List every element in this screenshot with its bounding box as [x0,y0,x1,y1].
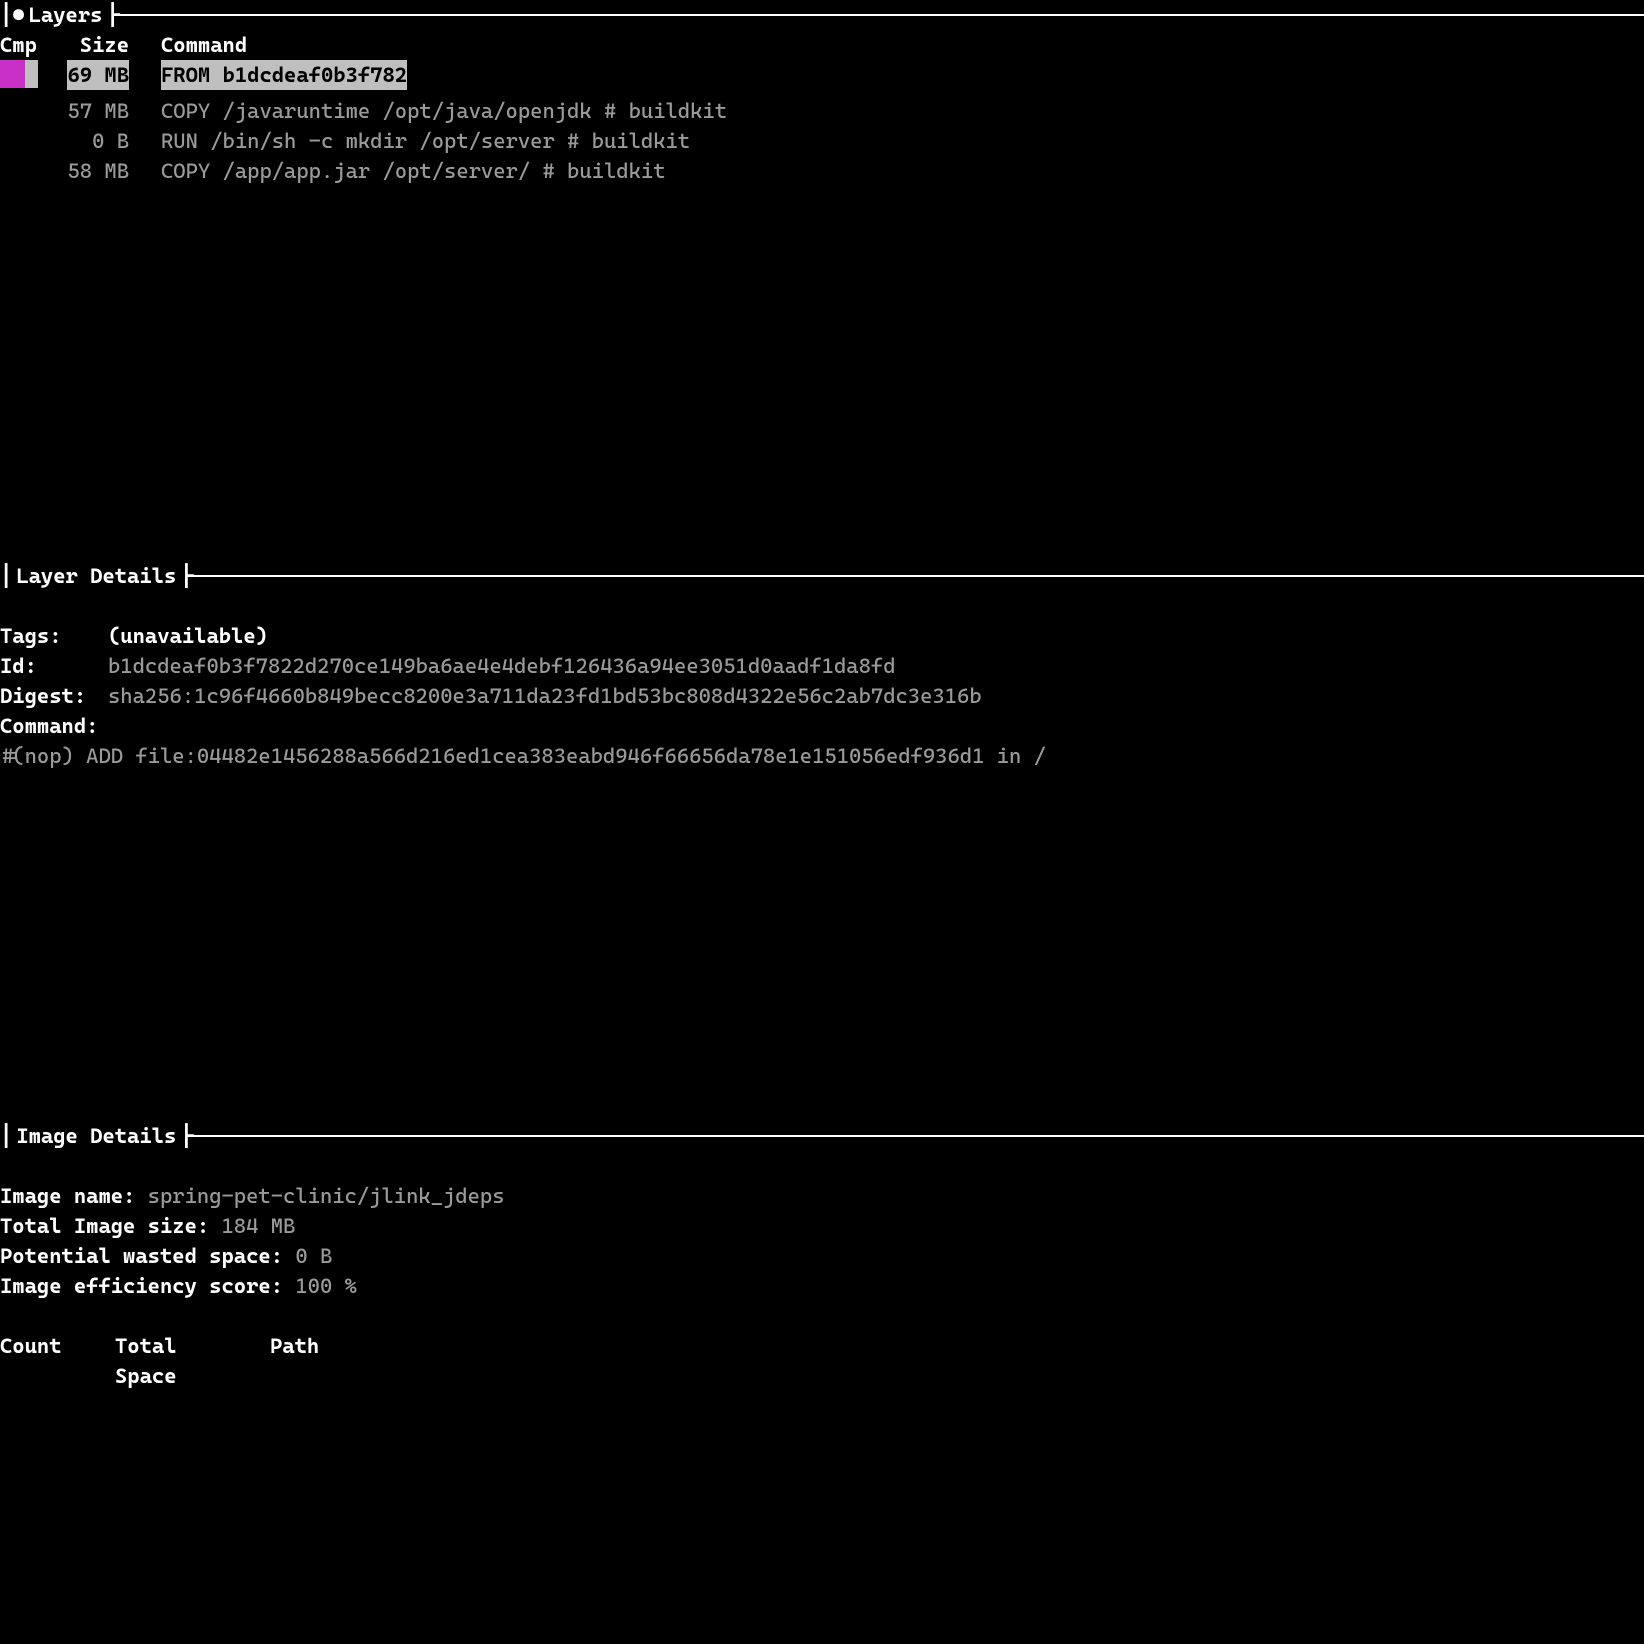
layer-details-section: │ Layer Details ├ Tags: (unavailable) Id… [0,561,1644,771]
header-left-bar: │ [0,1121,12,1151]
header-left-bar: │ [0,0,12,30]
cmp-cell [0,96,44,126]
size-cell: 57 MB [44,96,149,126]
cmp-cell [0,126,44,156]
column-command: Command [149,30,1644,60]
layers-header: │ ● Layers ├ [0,0,1644,30]
layer-row[interactable]: 58 MB COPY /app/app.jar /opt/server/ # b… [0,156,1644,186]
id-label: Id: [0,651,88,681]
size-cell: 0 B [44,126,149,156]
tags-row: Tags: (unavailable) [0,621,1644,651]
waste-space-column: Total Space [75,1331,240,1391]
cmp-cell [0,60,44,96]
size-cell: 58 MB [44,156,149,186]
layers-table-header: Cmp Size Command [0,30,1644,60]
waste-path-column: Path [240,1331,319,1391]
layers-title: Layers [25,0,107,30]
layers-table: Cmp Size Command 69 MB FROM b1dcdeaf0b3f… [0,30,1644,186]
image-details-header: │ Image Details ├ [0,1121,1644,1151]
command-cell: COPY /app/app.jar /opt/server/ # buildki… [149,156,1644,186]
cmp-indicator-icon [0,60,25,88]
image-name-value: spring-pet-clinic/jlink_jdeps [148,1184,505,1208]
id-value: b1dcdeaf0b3f7822d270ce149ba6ae4e4debf126… [88,651,896,681]
cmp-cell [0,156,44,186]
size-cell: 69 MB [44,60,149,96]
header-left-bar: │ [0,561,12,591]
command-value-row: #(nop) ADD file:04482e1456288a566d216ed1… [0,741,1644,771]
digest-label: Digest: [0,681,88,711]
image-name-label: Image name: [0,1184,135,1208]
header-line-icon [193,575,1644,577]
efficiency-value: 100 % [295,1274,357,1298]
wasted-label: Potential wasted space: [0,1244,283,1268]
header-separator: ├ [106,0,118,30]
image-details-section: │ Image Details ├ Image name: spring-pet… [0,1121,1644,1391]
layer-row[interactable]: 57 MB COPY /javaruntime /opt/java/openjd… [0,96,1644,126]
wasted-space-row: Potential wasted space: 0 B [0,1241,1644,1271]
header-separator: ├ [180,1121,192,1151]
efficiency-row: Image efficiency score: 100 % [0,1271,1644,1301]
header-line-icon [119,14,1644,16]
total-size-label: Total Image size: [0,1214,209,1238]
layer-row[interactable]: 0 B RUN /bin/sh -c mkdir /opt/server # b… [0,126,1644,156]
command-cell: FROM b1dcdeaf0b3f782 [149,60,1644,96]
command-label: Command: [0,711,98,741]
wasted-value: 0 B [295,1244,332,1268]
column-cmp: Cmp [0,30,44,60]
command-cell: COPY /javaruntime /opt/java/openjdk # bu… [149,96,1644,126]
selection-indicator-icon [25,60,38,88]
total-size-value: 184 MB [222,1214,296,1238]
command-cell: RUN /bin/sh -c mkdir /opt/server # build… [149,126,1644,156]
layers-section: │ ● Layers ├ Cmp Size Command 69 MB FROM… [0,0,1644,186]
header-separator: ├ [180,561,192,591]
section-active-bullet-icon: ● [12,0,24,30]
image-name-row: Image name: spring-pet-clinic/jlink_jdep… [0,1181,1644,1211]
column-size: Size [44,30,149,60]
id-row: Id: b1dcdeaf0b3f7822d270ce149ba6ae4e4deb… [0,651,1644,681]
digest-value: sha256:1c96f4660b849becc8200e3a711da23fd… [88,681,982,711]
layer-details-header: │ Layer Details ├ [0,561,1644,591]
tags-label: Tags: [0,621,88,651]
waste-count-column: Count [0,1331,75,1391]
digest-row: Digest: sha256:1c96f4660b849becc8200e3a7… [0,681,1644,711]
command-label-row: Command: [0,711,1644,741]
tags-value: (unavailable) [88,621,268,651]
command-value: #(nop) ADD file:04482e1456288a566d216ed1… [0,744,1046,768]
layer-details-title: Layer Details [12,561,180,591]
waste-table-header: Count Total Space Path [0,1331,1644,1391]
image-details-title: Image Details [12,1121,180,1151]
total-size-row: Total Image size: 184 MB [0,1211,1644,1241]
header-line-icon [193,1135,1644,1137]
efficiency-label: Image efficiency score: [0,1274,283,1298]
layer-row[interactable]: 69 MB FROM b1dcdeaf0b3f782 [0,60,1644,96]
